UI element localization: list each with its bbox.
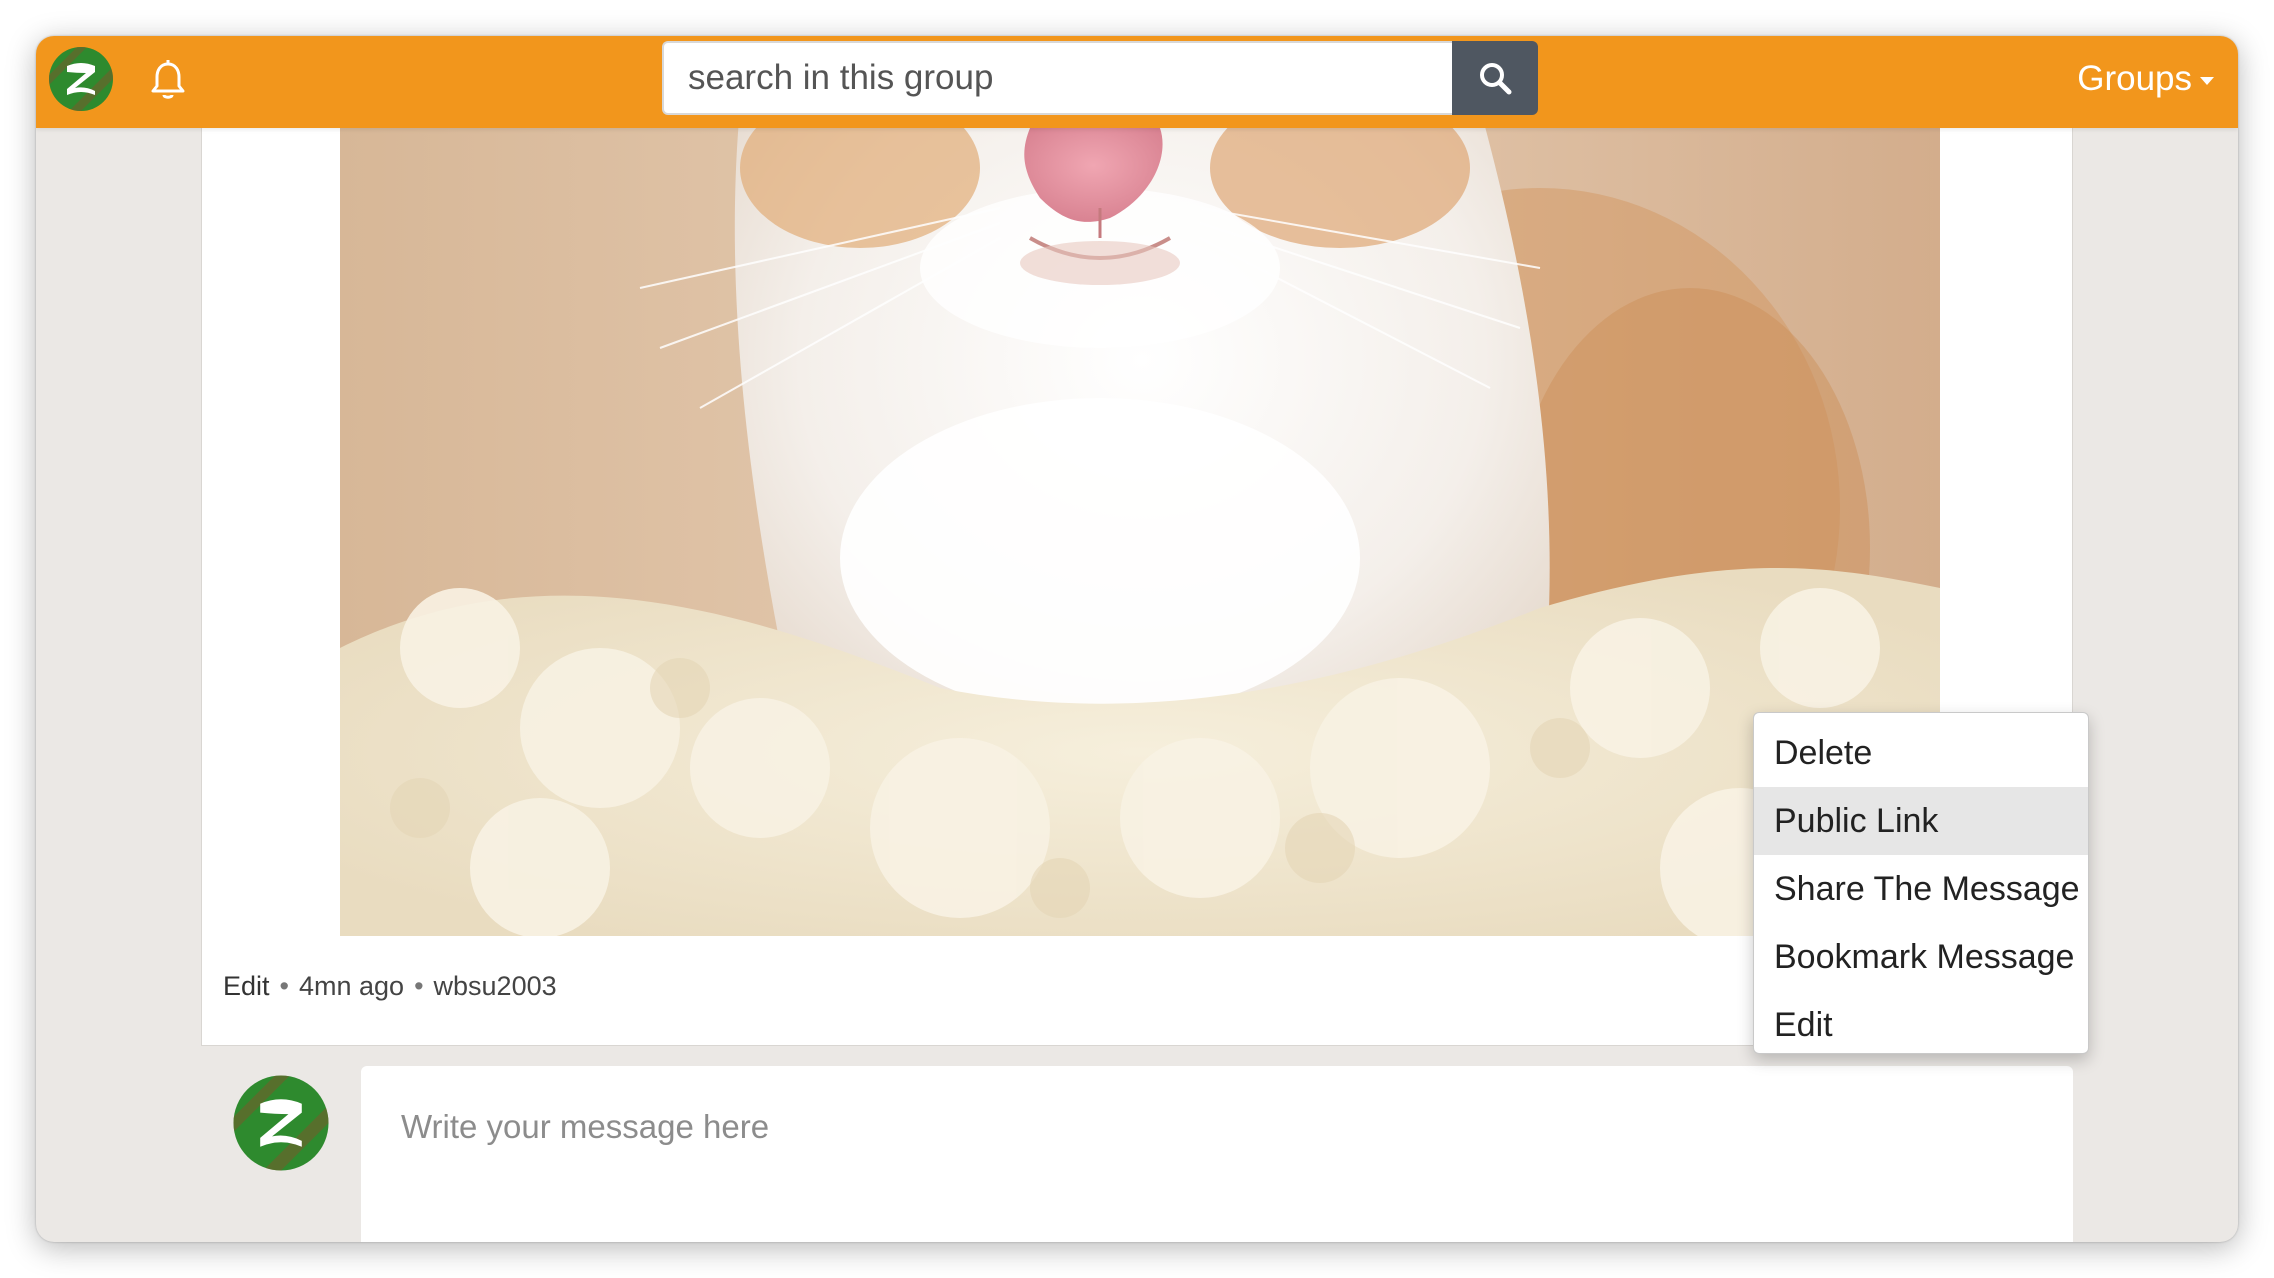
- menu-item-edit[interactable]: Edit: [1754, 991, 2088, 1059]
- groups-dropdown[interactable]: Groups: [2077, 54, 2214, 104]
- app-window: Groups: [36, 36, 2238, 1242]
- message-timestamp: 4mn ago: [298, 971, 405, 1001]
- menu-item-delete[interactable]: Delete: [1754, 719, 2088, 787]
- meta-separator: •: [414, 971, 424, 1001]
- menu-item-share-message[interactable]: Share The Message: [1754, 855, 2088, 923]
- groups-label: Groups: [2077, 59, 2192, 98]
- search-bar: [662, 41, 1538, 115]
- message-image[interactable]: [340, 128, 1940, 936]
- search-button[interactable]: [1452, 41, 1538, 115]
- zulip-logo-icon[interactable]: [48, 46, 114, 112]
- search-input[interactable]: [662, 41, 1452, 115]
- menu-item-public-link[interactable]: Public Link: [1754, 787, 2088, 855]
- bell-icon[interactable]: [148, 58, 188, 102]
- message-actions-menu: Delete Public Link Share The Message Boo…: [1753, 712, 2089, 1054]
- message-author[interactable]: wbsu2003: [434, 971, 557, 1001]
- top-navbar: Groups: [36, 36, 2238, 128]
- meta-separator: •: [279, 971, 289, 1001]
- message-meta: Edit • 4mn ago • wbsu2003: [223, 966, 557, 1006]
- message-composer-input[interactable]: [361, 1066, 2073, 1242]
- menu-item-bookmark-message[interactable]: Bookmark Message: [1754, 923, 2088, 991]
- avatar[interactable]: [232, 1074, 330, 1172]
- meta-edit-link[interactable]: Edit: [223, 971, 270, 1001]
- search-icon: [1480, 63, 1512, 95]
- caret-down-icon: [2200, 76, 2214, 85]
